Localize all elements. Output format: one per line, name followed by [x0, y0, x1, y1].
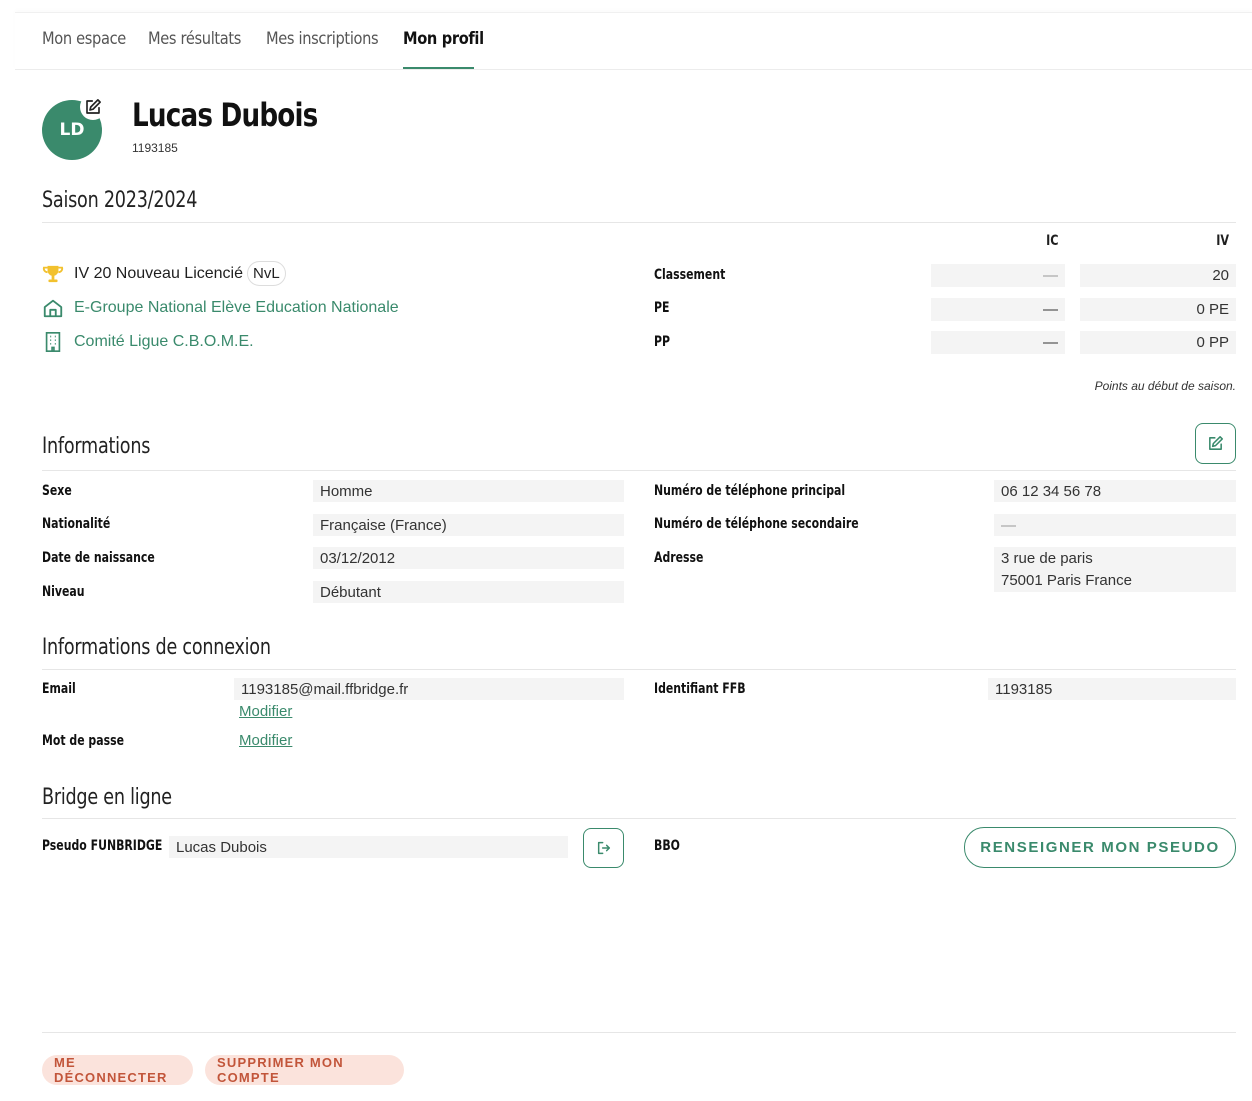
classement-iv: 20 [1080, 264, 1236, 287]
email-value: 1193185@mail.ffbridge.fr [234, 678, 624, 700]
divider [42, 470, 1236, 471]
password-label: Mot de passe [42, 733, 125, 749]
sexe-label: Sexe [42, 483, 72, 499]
tel2-label: Numéro de téléphone secondaire [654, 516, 859, 532]
modifier-password-link[interactable]: Modifier [239, 732, 292, 749]
divider [42, 1032, 1236, 1033]
classement-label: Classement [654, 267, 726, 283]
ranking-badge: NvL [247, 261, 286, 286]
season-note: Points au début de saison. [1094, 379, 1236, 393]
group-label[interactable]: E-Groupe National Elève Education Nation… [74, 299, 399, 317]
building-icon [45, 332, 61, 352]
nationalite-value: Française (France) [313, 514, 624, 536]
edit-avatar-button[interactable] [80, 94, 106, 120]
trophy-icon [42, 265, 64, 282]
connexion-title: Informations de connexion [42, 635, 271, 660]
funbridge-label: Pseudo FUNBRIDGE [42, 838, 163, 854]
email-label: Email [42, 681, 76, 697]
season-title: Saison 2023/2024 [42, 188, 198, 213]
tel2-value: — [994, 514, 1236, 536]
profile-name: Lucas Dubois [132, 96, 318, 134]
tab-mon-espace[interactable]: Mon espace [42, 29, 126, 69]
bridge-title: Bridge en ligne [42, 785, 172, 810]
logout-button[interactable]: ME DÉCONNECTER [42, 1055, 193, 1085]
modifier-email-link[interactable]: Modifier [239, 703, 292, 720]
divider [42, 669, 1236, 670]
adresse-label: Adresse [654, 550, 704, 566]
committee-label[interactable]: Comité Ligue C.B.O.M.E. [74, 333, 254, 351]
pp-iv: 0 PP [1080, 331, 1236, 354]
edit-icon [86, 99, 101, 114]
column-ic: IC [1045, 233, 1058, 249]
funbridge-open-button[interactable] [583, 828, 624, 868]
tel1-value: 06 12 34 56 78 [994, 480, 1236, 502]
niveau-label: Niveau [42, 584, 85, 600]
niveau-value: Débutant [313, 581, 624, 603]
adresse-line-2: 75001 Paris France [1001, 571, 1132, 589]
edit-informations-button[interactable] [1195, 423, 1236, 464]
renseigner-pseudo-button[interactable]: RENSEIGNER MON PSEUDO [964, 827, 1236, 868]
pe-ic: — [931, 298, 1065, 321]
home-icon [43, 299, 63, 318]
column-iv: IV [1216, 233, 1229, 249]
classement-ic-value: — [1043, 267, 1058, 284]
top-navigation: Mon espace Mes résultats Mes inscription… [15, 12, 1252, 70]
sexe-value: Homme [313, 480, 624, 502]
nationalite-label: Nationalité [42, 516, 111, 532]
classement-ic: — [931, 264, 1065, 287]
pp-ic-value: — [1043, 334, 1058, 351]
pe-iv: 0 PE [1080, 298, 1236, 321]
tab-bar: Mon espace Mes résultats Mes inscription… [42, 29, 484, 69]
naissance-value: 03/12/2012 [313, 547, 624, 569]
tel1-label: Numéro de téléphone principal [654, 483, 846, 499]
ffb-value: 1193185 [988, 678, 1236, 700]
committee-link[interactable]: Comité Ligue C.B.O.M.E. [42, 331, 254, 353]
funbridge-value: Lucas Dubois [169, 836, 568, 858]
divider [42, 818, 1236, 819]
pp-label: PP [654, 334, 671, 350]
pp-ic: — [931, 331, 1065, 354]
external-link-icon [597, 841, 610, 855]
group-link[interactable]: E-Groupe National Elève Education Nation… [42, 297, 399, 319]
delete-account-button[interactable]: SUPPRIMER MON COMPTE [205, 1055, 404, 1085]
tab-mon-profil[interactable]: Mon profil [403, 29, 484, 69]
divider [42, 222, 1236, 223]
avatar-initials: LD [59, 120, 85, 140]
informations-title: Informations [42, 434, 151, 459]
bbo-label: BBO [654, 838, 680, 854]
active-tab-indicator [403, 67, 474, 69]
pe-label: PE [654, 300, 670, 316]
tab-mes-resultats[interactable]: Mes résultats [148, 29, 241, 69]
adresse-value: 3 rue de paris 75001 Paris France [994, 547, 1236, 592]
ranking-label: IV 20 Nouveau Licencié [74, 264, 243, 282]
ranking-line: IV 20 Nouveau Licencié NvL [42, 261, 286, 286]
edit-icon [1209, 435, 1224, 450]
licence-number: 1193185 [132, 141, 178, 155]
ffb-label: Identifiant FFB [654, 681, 746, 697]
pe-ic-value: — [1043, 301, 1058, 318]
naissance-label: Date de naissance [42, 550, 155, 566]
adresse-line-1: 3 rue de paris [1001, 549, 1093, 567]
tab-mes-inscriptions[interactable]: Mes inscriptions [266, 29, 379, 69]
tel2-text: — [1001, 516, 1016, 534]
